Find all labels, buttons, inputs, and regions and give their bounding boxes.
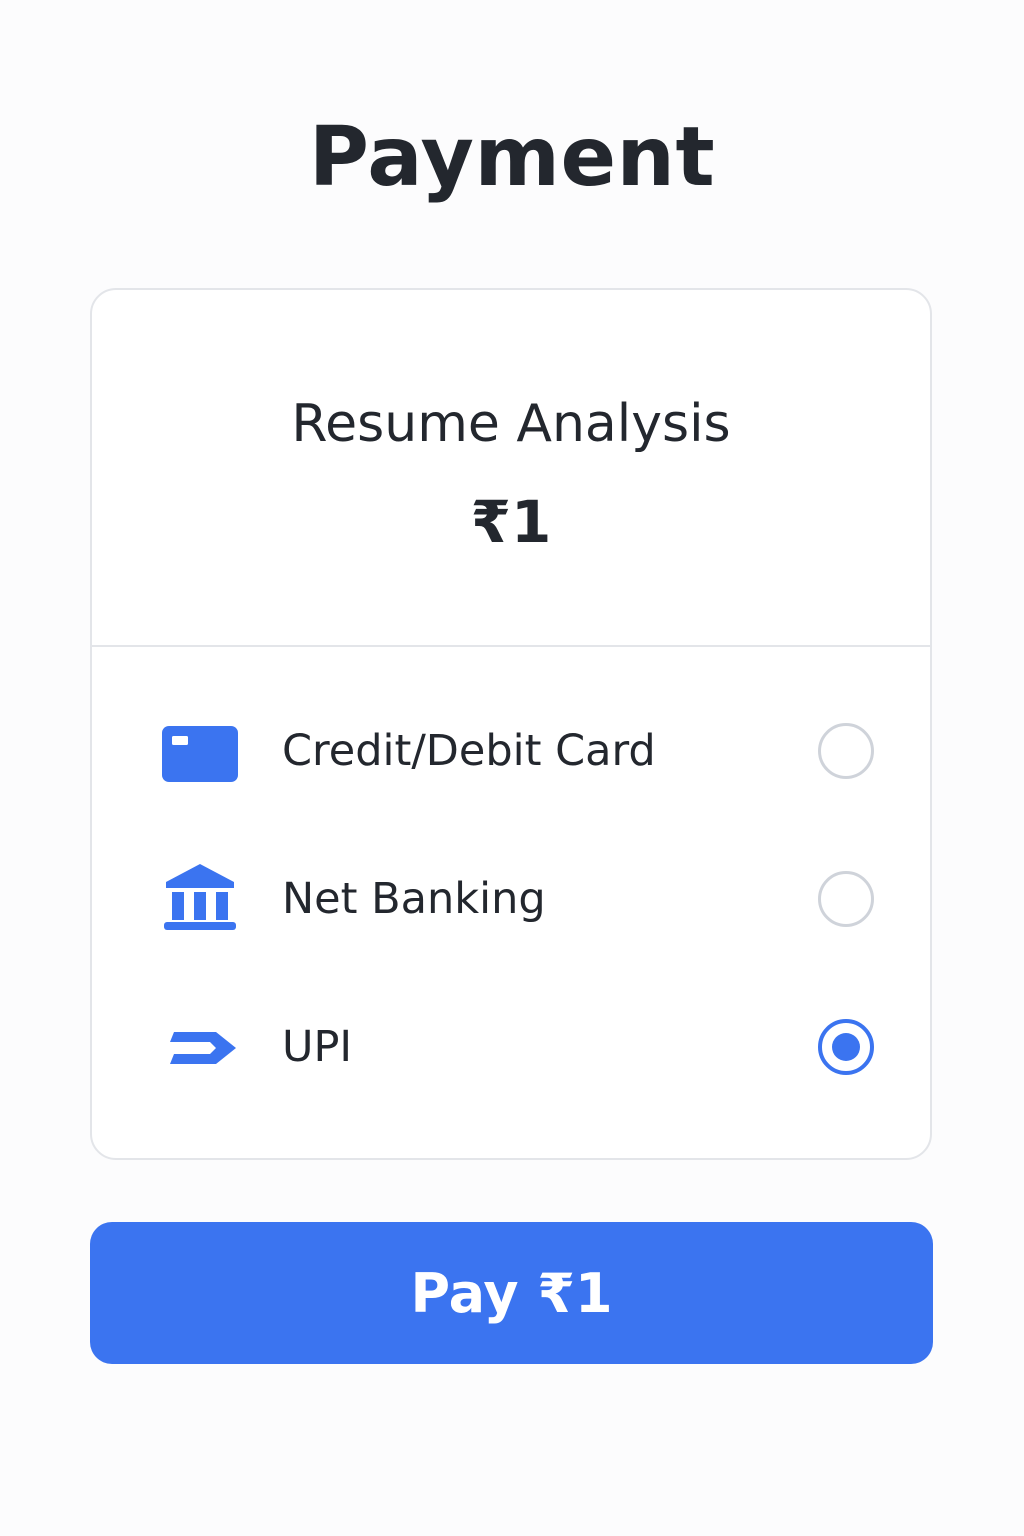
credit-card-icon: [160, 720, 240, 784]
upi-icon: [160, 1016, 240, 1080]
bank-icon: [160, 864, 240, 932]
radio-net-banking[interactable]: [818, 871, 874, 927]
page-title: Payment: [308, 110, 716, 205]
payment-option-label: Credit/Debit Card: [282, 726, 656, 776]
payment-option-upi[interactable]: UPI: [92, 992, 930, 1102]
pay-button[interactable]: Pay ₹1: [90, 1222, 933, 1364]
radio-card[interactable]: [818, 723, 874, 779]
radio-upi[interactable]: [818, 1019, 874, 1075]
payment-option-label: UPI: [282, 1022, 353, 1072]
product-name: Resume Analysis: [291, 394, 731, 454]
product-price: ₹1: [470, 488, 552, 556]
payment-card: Resume Analysis ₹1 Credit/Debit Card Net…: [90, 288, 932, 1160]
divider: [92, 645, 930, 647]
radio-dot: [832, 1033, 860, 1061]
payment-option-net-banking[interactable]: Net Banking: [92, 844, 930, 954]
payment-page: Payment Resume Analysis ₹1 Credit/Debit …: [0, 0, 1024, 1536]
payment-option-label: Net Banking: [282, 874, 546, 924]
payment-option-card[interactable]: Credit/Debit Card: [92, 696, 930, 806]
